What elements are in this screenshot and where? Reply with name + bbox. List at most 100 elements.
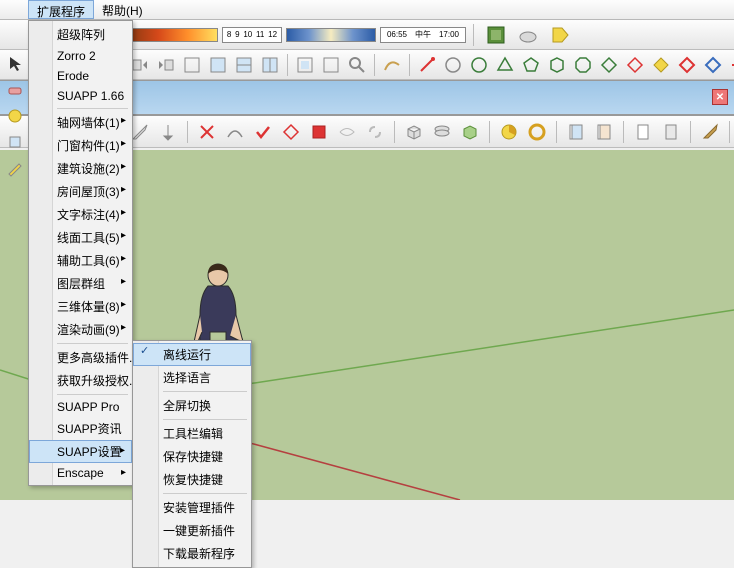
menu-extensions[interactable]: 扩展程序 xyxy=(28,0,94,19)
menu-text[interactable]: 文字标注(4)▸ xyxy=(29,203,132,226)
submenu-offline[interactable]: ✓离线运行 xyxy=(133,343,251,366)
diamond-blue-icon[interactable] xyxy=(703,53,723,77)
separator xyxy=(729,121,730,143)
clip2-icon[interactable] xyxy=(661,120,681,144)
menu-enscape[interactable]: Enscape▸ xyxy=(29,463,132,483)
view-iso-icon[interactable] xyxy=(182,53,202,77)
menu-roof[interactable]: 房间屋顶(3)▸ xyxy=(29,180,132,203)
submenu-restore-shortcuts[interactable]: 恢复快捷键 xyxy=(133,468,251,491)
menu-aux[interactable]: 辅助工具(6)▸ xyxy=(29,249,132,272)
submenu-language[interactable]: 选择语言 xyxy=(133,366,251,389)
donut-icon[interactable] xyxy=(527,120,547,144)
submenu-install-plugins[interactable]: 安装管理插件 xyxy=(133,496,251,519)
menu-suapp-settings[interactable]: SUAPP设置▸ xyxy=(29,440,132,463)
menu-separator xyxy=(163,391,247,392)
chevron-right-icon: ▸ xyxy=(121,161,126,172)
select-icon[interactable] xyxy=(3,52,27,76)
pin-icon[interactable] xyxy=(158,120,178,144)
menu-render[interactable]: 渲染动画(9)▸ xyxy=(29,318,132,341)
polygon5-icon[interactable] xyxy=(521,53,541,77)
submenu-save-shortcuts[interactable]: 保存快捷键 xyxy=(133,445,251,468)
menu-layer[interactable]: 图层群组▸ xyxy=(29,272,132,295)
menu-separator xyxy=(57,108,128,109)
month-ticks[interactable]: 89101112 xyxy=(222,27,282,43)
diamond-yellow-icon[interactable] xyxy=(651,53,671,77)
menu-suapp-news[interactable]: SUAPP资讯 xyxy=(29,417,132,440)
layers-icon[interactable] xyxy=(432,120,452,144)
menu-super-array[interactable]: 超级阵列 xyxy=(29,23,132,46)
red-book-icon[interactable] xyxy=(309,120,329,144)
diamond-red-icon[interactable] xyxy=(677,53,697,77)
red-check-icon[interactable] xyxy=(253,120,273,144)
curve-tool-icon[interactable] xyxy=(225,120,245,144)
polygon6-icon[interactable] xyxy=(547,53,567,77)
time-ticks[interactable]: 06:55中午17:00 xyxy=(380,27,466,43)
red-diamond-icon[interactable] xyxy=(281,120,301,144)
camera-next-icon[interactable] xyxy=(156,53,176,77)
geo-location-icon[interactable] xyxy=(484,23,508,47)
pie-icon[interactable] xyxy=(499,120,519,144)
chevron-right-icon: ▸ xyxy=(121,322,126,333)
line-icon[interactable] xyxy=(417,53,437,77)
view-right-icon[interactable] xyxy=(260,53,280,77)
view-back-icon[interactable] xyxy=(295,53,315,77)
menu-help[interactable]: 帮助(H) xyxy=(94,0,151,19)
cloud-icon[interactable] xyxy=(516,23,540,47)
link-icon[interactable] xyxy=(365,120,385,144)
shadow-color-gradient[interactable] xyxy=(128,28,218,42)
eraser-icon[interactable] xyxy=(3,78,27,102)
menu-zorro2[interactable]: Zorro 2 xyxy=(29,46,132,66)
menu-more-plugins[interactable]: 更多高级插件... xyxy=(29,346,132,369)
submenu-toolbar-edit[interactable]: 工具栏编辑 xyxy=(133,422,251,445)
close-panel-button[interactable]: ✕ xyxy=(712,89,728,105)
knife-icon[interactable] xyxy=(130,120,150,144)
camera-prev-icon[interactable] xyxy=(130,53,150,77)
polygon8-icon[interactable] xyxy=(573,53,593,77)
zoom-icon[interactable] xyxy=(347,53,367,77)
freehand-icon[interactable] xyxy=(382,53,402,77)
menu-separator xyxy=(163,493,247,494)
clip1-icon[interactable] xyxy=(633,120,653,144)
view-top-icon[interactable] xyxy=(208,53,228,77)
menubar: 扩展程序 帮助(H) xyxy=(0,0,734,20)
red-scissors-icon[interactable] xyxy=(197,120,217,144)
separator xyxy=(287,54,288,76)
view-front-icon[interactable] xyxy=(234,53,254,77)
left-toolbar xyxy=(4,52,26,180)
book1-icon[interactable] xyxy=(566,120,586,144)
circle-thin-icon[interactable] xyxy=(443,53,463,77)
menu-line[interactable]: 线面工具(5)▸ xyxy=(29,226,132,249)
menu-window[interactable]: 门窗构件(1)▸ xyxy=(29,134,132,157)
submenu-download-latest[interactable]: 下载最新程序 xyxy=(133,542,251,565)
tape-icon[interactable] xyxy=(3,104,27,128)
menu-3dmass[interactable]: 三维体量(8)▸ xyxy=(29,295,132,318)
chevron-right-icon: ▸ xyxy=(120,445,125,456)
arrow-tool-icon[interactable] xyxy=(729,53,734,77)
box-green-icon[interactable] xyxy=(460,120,480,144)
check-icon: ✓ xyxy=(140,344,149,357)
box-icon[interactable] xyxy=(404,120,424,144)
pencil-icon[interactable] xyxy=(3,156,27,180)
brush-icon[interactable] xyxy=(700,120,720,144)
menu-get-license[interactable]: 获取升级授权... xyxy=(29,369,132,392)
menu-suapp-pro[interactable]: SUAPP Pro xyxy=(29,397,132,417)
view-left-icon[interactable] xyxy=(321,53,341,77)
tag-icon[interactable] xyxy=(548,23,572,47)
rhombus-icon[interactable] xyxy=(599,53,619,77)
time-gradient[interactable] xyxy=(286,28,376,42)
submenu-update-plugins[interactable]: 一键更新插件 xyxy=(133,519,251,542)
chevron-right-icon: ▸ xyxy=(121,184,126,195)
menu-wall[interactable]: 轴网墙体(1)▸ xyxy=(29,111,132,134)
diamond-spin-icon[interactable] xyxy=(625,53,645,77)
book2-icon[interactable] xyxy=(594,120,614,144)
menu-erode[interactable]: Erode xyxy=(29,66,132,86)
suapp-settings-submenu: ✓离线运行 选择语言 全屏切换 工具栏编辑 保存快捷键 恢复快捷键 安装管理插件… xyxy=(132,340,252,568)
menu-suapp166[interactable]: SUAPP 1.66 xyxy=(29,86,132,106)
paint-icon[interactable] xyxy=(3,130,27,154)
circle-icon[interactable] xyxy=(469,53,489,77)
menu-building[interactable]: 建筑设施(2)▸ xyxy=(29,157,132,180)
chevron-right-icon: ▸ xyxy=(121,115,126,126)
submenu-fullscreen[interactable]: 全屏切换 xyxy=(133,394,251,417)
curve2-icon[interactable] xyxy=(337,120,357,144)
polygon3-icon[interactable] xyxy=(495,53,515,77)
